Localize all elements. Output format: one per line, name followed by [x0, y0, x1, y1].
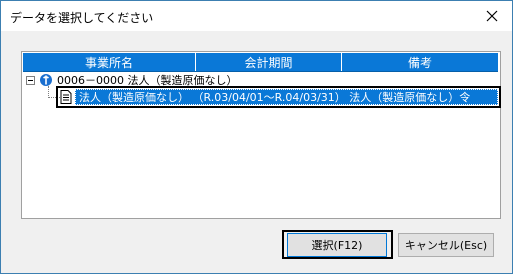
column-header-period[interactable]: 会計期間 — [196, 53, 342, 71]
tree-child-row[interactable]: 法人（製造原価なし） （R.03/04/01～R.04/03/31） 法人（製造… — [59, 89, 498, 105]
select-button[interactable]: 選択(F12) — [287, 233, 387, 257]
data-list-panel[interactable]: 事業所名 会計期間 備考 0006－0000 法人（製造原価なし） 法人（製造原… — [21, 51, 501, 219]
column-header-office[interactable]: 事業所名 — [23, 53, 196, 71]
close-icon — [486, 10, 498, 22]
title-bar: データを選択してください — [1, 1, 512, 31]
cancel-button[interactable]: キャンセル(Esc) — [398, 233, 494, 257]
company-node-icon — [40, 74, 52, 86]
close-button[interactable] — [472, 1, 512, 31]
window-title: データを選択してください — [10, 11, 154, 25]
column-header-row: 事業所名 会計期間 備考 — [23, 53, 498, 72]
select-data-dialog: データを選択してください 事業所名 会計期間 備考 0006－0000 法人（製… — [0, 0, 513, 274]
tree-child-label: 法人（製造原価なし） （R.03/04/01～R.04/03/31） 法人（製造… — [75, 89, 498, 105]
column-header-remarks[interactable]: 備考 — [342, 53, 498, 71]
collapse-toggle-icon[interactable] — [26, 75, 35, 85]
document-icon — [59, 89, 73, 105]
